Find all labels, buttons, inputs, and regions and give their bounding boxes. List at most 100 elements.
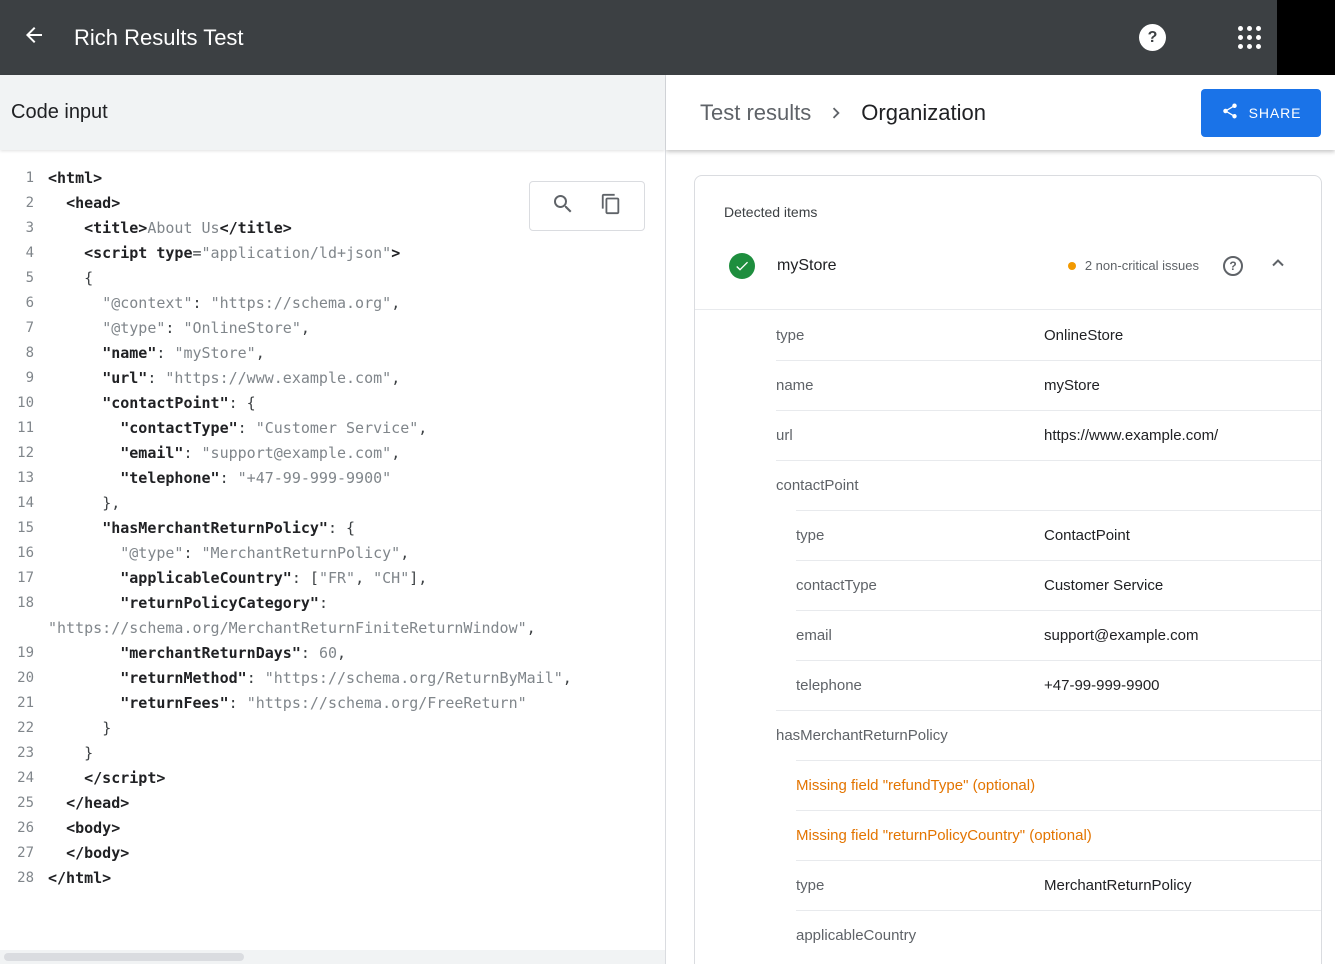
horizontal-scrollbar[interactable] [0, 950, 665, 964]
property-key: contactType [796, 577, 877, 594]
warning-row: Missing field "returnPolicyCountry" (opt… [695, 810, 1321, 860]
section-row: applicableCountry [695, 910, 1321, 960]
line-number: 14 [0, 491, 34, 516]
code-panel-header: Code input [0, 75, 665, 150]
code-line: 5 { [0, 266, 665, 291]
property-row: urlhttps://www.example.com/ [695, 410, 1321, 460]
results-header: Test results Organization SHARE [666, 75, 1335, 150]
code-text: "@type": "MerchantReturnPolicy", [48, 541, 665, 566]
results-body: Detected items myStore 2 non-critical is… [666, 150, 1335, 964]
code-input-title: Code input [11, 101, 108, 124]
section-row: contactPoint [695, 460, 1321, 510]
code-line: 25 </head> [0, 791, 665, 816]
property-value: MerchantReturnPolicy [1044, 877, 1192, 894]
back-button[interactable] [14, 18, 54, 58]
warning-dot-icon [1068, 262, 1076, 270]
breadcrumb-organization: Organization [861, 100, 986, 126]
share-button[interactable]: SHARE [1201, 89, 1321, 137]
code-line: 15 "hasMerchantReturnPolicy": { [0, 516, 665, 541]
entity-row-mystore[interactable]: myStore 2 non-critical issues ? [695, 222, 1321, 310]
missing-field-warning[interactable]: Missing field "refundType" (optional) [796, 777, 1035, 794]
check-circle-icon [729, 253, 755, 279]
code-line: 22 } [0, 716, 665, 741]
code-text: "@context": "https://schema.org", [48, 291, 665, 316]
property-key: applicableCountry [796, 927, 916, 944]
code-line: 13 "telephone": "+47-99-999-9900" [0, 466, 665, 491]
line-number: 20 [0, 666, 34, 691]
detected-items-card: Detected items myStore 2 non-critical is… [694, 175, 1322, 964]
help-icon[interactable]: ? [1139, 24, 1166, 51]
code-panel: Code input 1<html>2 <head>3 <title>About… [0, 75, 665, 964]
property-key: email [796, 627, 832, 644]
line-number: 10 [0, 391, 34, 416]
code-line: 28</html> [0, 866, 665, 891]
code-line: 26 <body> [0, 816, 665, 841]
line-number: 26 [0, 816, 34, 841]
code-text: <body> [48, 816, 665, 841]
line-number: 9 [0, 366, 34, 391]
detected-items-label: Detected items [724, 202, 1321, 222]
code-text: </body> [48, 841, 665, 866]
code-text: "contactType": "Customer Service", [48, 416, 665, 441]
code-line: 14 }, [0, 491, 665, 516]
property-value: Customer Service [1044, 577, 1163, 594]
code-line: 18 "returnPolicyCategory": "https://sche… [0, 591, 665, 641]
code-line: 27 </body> [0, 841, 665, 866]
line-number: 25 [0, 791, 34, 816]
line-number: 3 [0, 216, 34, 241]
app-bar: Rich Results Test ? [0, 0, 1335, 75]
account-area-blackout [1277, 0, 1335, 75]
code-editor[interactable]: 1<html>2 <head>3 <title>About Us</title>… [0, 150, 665, 950]
apps-grid-icon[interactable] [1238, 26, 1261, 49]
line-number: 2 [0, 191, 34, 216]
property-key: type [776, 327, 804, 344]
code-text: "applicableCountry": ["FR", "CH"], [48, 566, 665, 591]
property-row: namemyStore [695, 360, 1321, 410]
line-number: 5 [0, 266, 34, 291]
property-row: telephone+47-99-999-9900 [695, 660, 1321, 710]
entity-name: myStore [777, 257, 837, 275]
code-line: 19 "merchantReturnDays": 60, [0, 641, 665, 666]
code-text: </head> [48, 791, 665, 816]
code-text: } [48, 716, 665, 741]
line-number: 13 [0, 466, 34, 491]
property-key: url [776, 427, 793, 444]
code-line: 10 "contactPoint": { [0, 391, 665, 416]
property-row: typeOnlineStore [695, 310, 1321, 360]
line-number: 28 [0, 866, 34, 891]
results-panel: Test results Organization SHARE Detected… [665, 75, 1335, 964]
line-number: 4 [0, 241, 34, 266]
share-button-label: SHARE [1249, 105, 1302, 121]
property-value: ContactPoint [1044, 527, 1130, 544]
line-number: 1 [0, 166, 34, 191]
code-text: "name": "myStore", [48, 341, 665, 366]
line-number: 19 [0, 641, 34, 666]
copy-icon [600, 193, 622, 220]
line-number: 16 [0, 541, 34, 566]
scrollbar-thumb[interactable] [4, 953, 244, 961]
property-key: contactPoint [776, 477, 859, 494]
copy-code-button[interactable] [595, 190, 627, 222]
search-code-button[interactable] [547, 190, 579, 222]
property-row: contactType Customer Service [695, 560, 1321, 610]
code-line: 11 "contactType": "Customer Service", [0, 416, 665, 441]
help-outline-icon[interactable]: ? [1223, 256, 1243, 276]
property-value: myStore [1044, 377, 1100, 394]
breadcrumb-test-results[interactable]: Test results [700, 100, 811, 126]
property-row: emailsupport@example.com [695, 610, 1321, 660]
code-text: "@type": "OnlineStore", [48, 316, 665, 341]
code-text: "returnPolicyCategory": "https://schema.… [48, 591, 665, 641]
code-text: "email": "support@example.com", [48, 441, 665, 466]
issue-cluster: 2 non-critical issues ? [1068, 253, 1291, 279]
code-text: "url": "https://www.example.com", [48, 366, 665, 391]
code-text: "merchantReturnDays": 60, [48, 641, 665, 666]
property-key: type [796, 527, 824, 544]
code-line: 8 "name": "myStore", [0, 341, 665, 366]
line-number: 18 [0, 591, 34, 641]
collapse-button[interactable] [1265, 253, 1291, 279]
share-icon [1221, 102, 1239, 123]
back-arrow-icon [22, 23, 46, 52]
missing-field-warning[interactable]: Missing field "returnPolicyCountry" (opt… [796, 827, 1092, 844]
code-line: 23 } [0, 741, 665, 766]
rich-results-test-app: Rich Results Test ? Code input 1<html>2 … [0, 0, 1335, 964]
